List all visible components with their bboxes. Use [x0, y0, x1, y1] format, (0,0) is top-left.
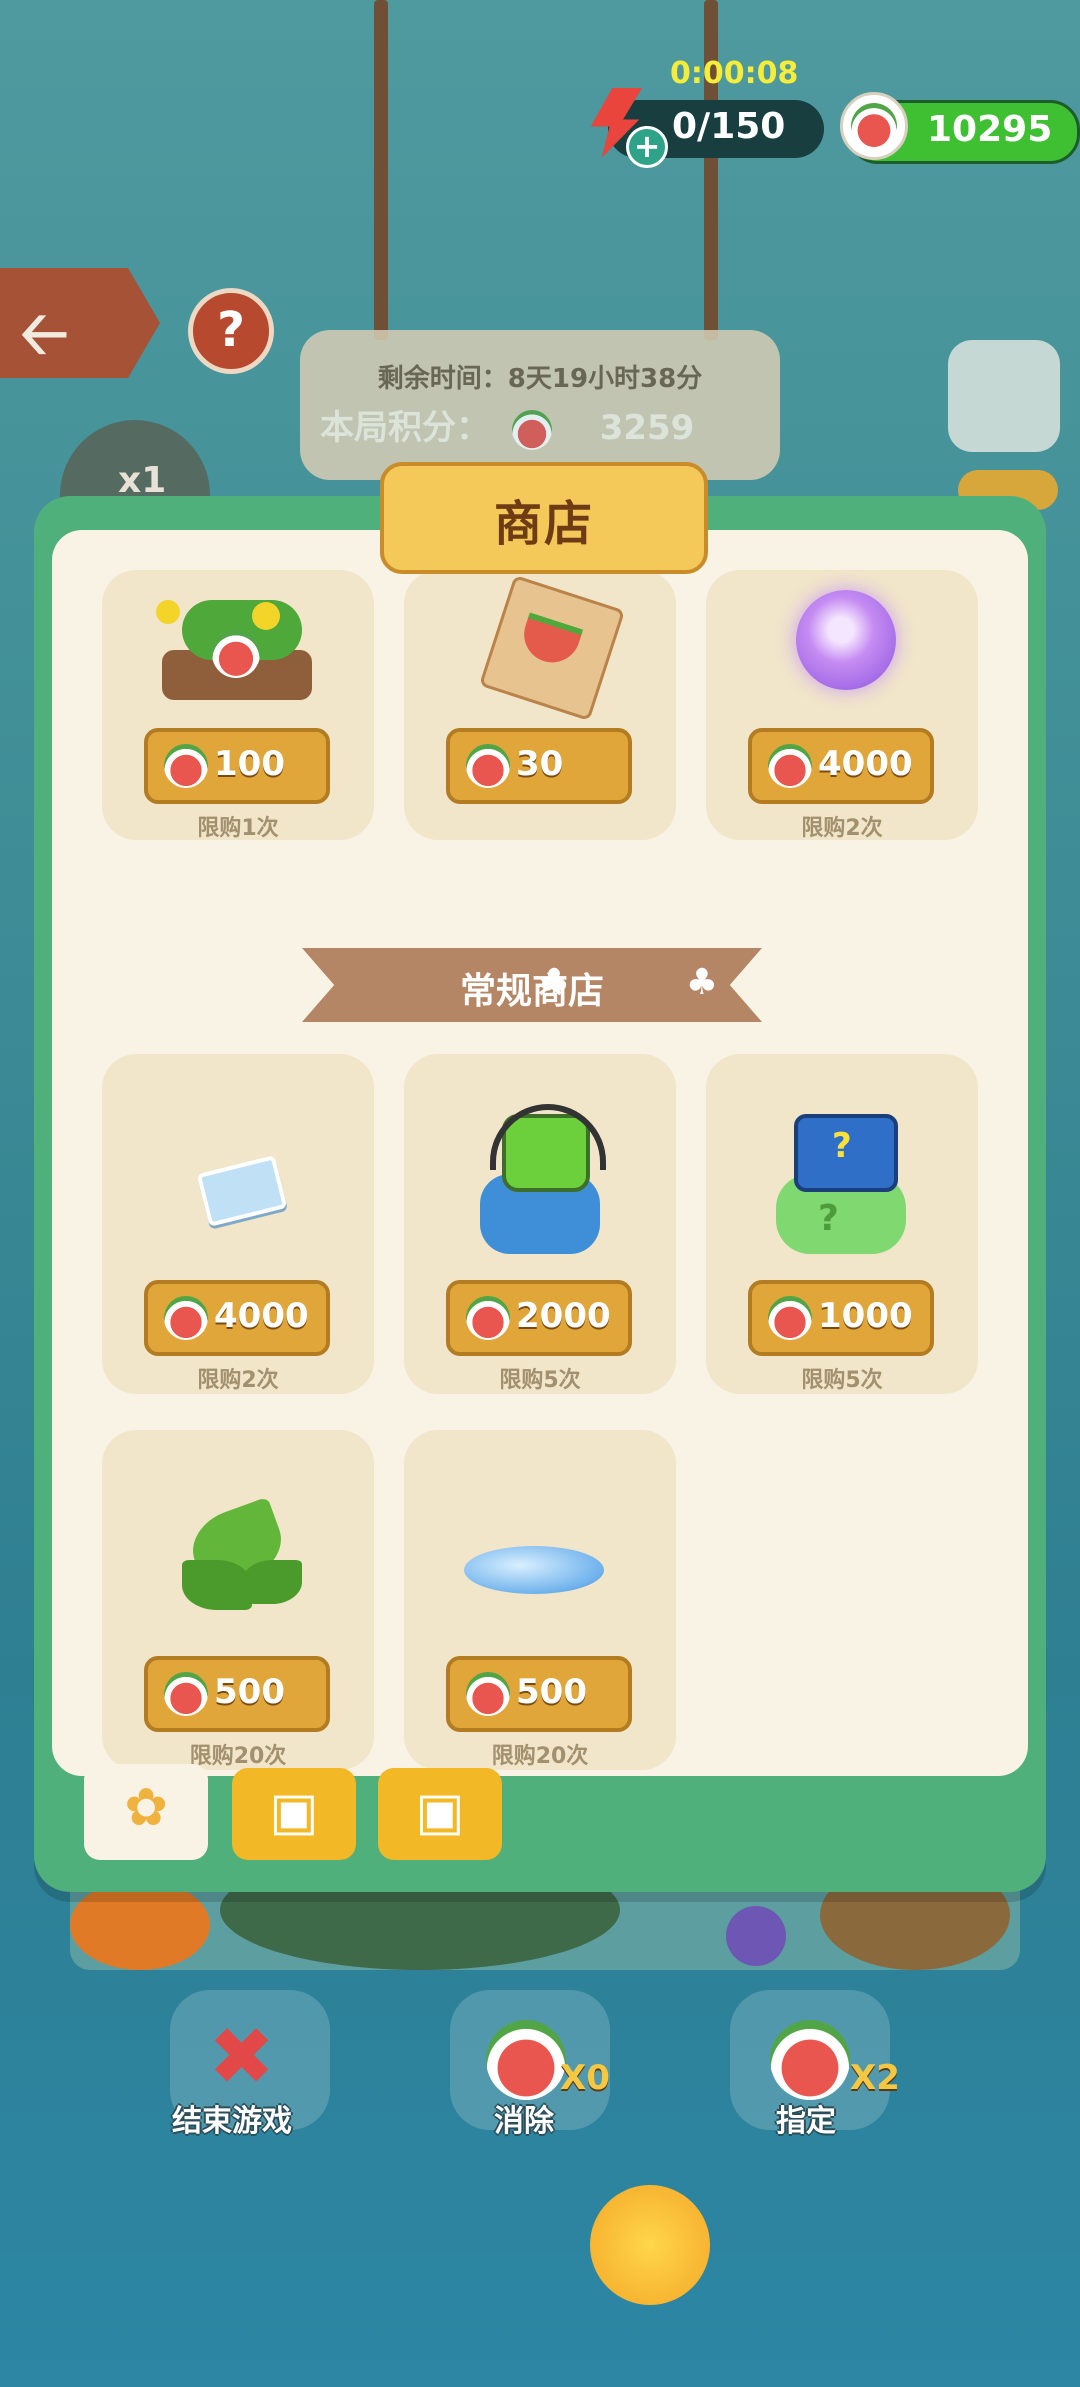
seed-packet-icon	[444, 574, 636, 722]
help-button[interactable]: ?	[188, 288, 274, 374]
question-mark-icon: ?	[217, 302, 245, 358]
purchase-limit: 限购2次	[801, 816, 883, 841]
watermelon-coin-icon	[466, 1672, 510, 1716]
tab-gift-2[interactable]: ▣	[378, 1768, 502, 1860]
shop-title-tab: 商店	[380, 462, 708, 574]
shop-panel: 100 限购1次 30 4000 限购2次 ♣ 常规商店 ♣ 4000 限购2次…	[52, 530, 1028, 1776]
orange-fruit	[70, 1880, 210, 1970]
shop-stall-icon[interactable]	[948, 340, 1060, 452]
tab-gift-1[interactable]: ▣	[232, 1768, 356, 1860]
multiplier-label: x1	[118, 460, 167, 501]
hanging-rope-right	[704, 0, 718, 340]
round-score-value: 3259	[599, 408, 695, 448]
round-score-row: 本局积分： 3259	[320, 400, 694, 450]
energy-value: 0/150	[672, 106, 786, 147]
watermelon-bomb-icon	[486, 2020, 566, 2100]
eliminate-count: X0	[560, 2058, 610, 2098]
x-cross-icon: ✖	[208, 2010, 276, 2103]
purchase-limit: 限购20次	[491, 1744, 589, 1769]
grape-fruit	[726, 1906, 786, 1966]
leaf-icon: ✿	[124, 1778, 168, 1838]
shop-title: 商店	[493, 496, 594, 552]
end-game-label: 结束游戏	[172, 2104, 292, 2139]
regular-shop-banner: ♣ 常规商店 ♣	[302, 948, 762, 1022]
shop-item-card[interactable]: 4000 限购2次	[102, 1054, 374, 1394]
price-button[interactable]: 4000	[144, 1280, 330, 1356]
price-value: 1000	[818, 1296, 913, 1336]
shop-item-card[interactable]: ? ? 1000 限购5次	[706, 1054, 978, 1394]
tab-items[interactable]: ✿	[84, 1764, 208, 1860]
watermelon-coin-icon	[768, 1296, 812, 1340]
purchase-limit: 限购5次	[801, 1368, 883, 1393]
coin-value: 10295	[927, 109, 1053, 150]
shop-item-card[interactable]: 30	[404, 570, 676, 840]
gift-box-icon: ▣	[415, 1782, 465, 1842]
watermelon-target-icon	[770, 2020, 850, 2100]
gift-box-icon: ▣	[269, 1782, 319, 1842]
shop-item-card[interactable]: 500 限购20次	[404, 1430, 676, 1770]
watermelon-coin-icon	[466, 744, 510, 788]
magic-orb-icon	[746, 580, 938, 720]
price-value: 4000	[818, 744, 913, 784]
back-button[interactable]: 🡠	[0, 268, 160, 378]
price-value: 4000	[214, 1296, 309, 1336]
watermelon-coin-icon	[164, 1296, 208, 1340]
countdown-timer: 0:00:08	[670, 56, 799, 91]
price-button[interactable]: 30	[446, 728, 632, 804]
price-value: 2000	[516, 1296, 611, 1336]
price-value: 500	[516, 1672, 587, 1712]
watermelon-coin-icon	[768, 744, 812, 788]
price-button[interactable]: 2000	[446, 1280, 632, 1356]
time-remaining: 剩余时间：8天19小时38分	[377, 364, 703, 394]
watermelon-coin-icon	[164, 1672, 208, 1716]
shop-modal: 100 限购1次 30 4000 限购2次 ♣ 常规商店 ♣ 4000 限购2次…	[34, 496, 1046, 1892]
shop-item-card[interactable]: 100 限购1次	[102, 570, 374, 841]
watermelon-coin-icon	[466, 1296, 510, 1340]
add-energy-button[interactable]: +	[626, 126, 668, 168]
cat-headphone-bag-icon	[444, 1104, 636, 1254]
assign-count: X2	[850, 2058, 900, 2098]
watermelon-coin-icon	[164, 744, 208, 788]
shop-item-card[interactable]: 4000 限购2次	[706, 570, 978, 841]
water-puddle-icon	[444, 1490, 636, 1630]
price-value: 500	[214, 1672, 285, 1712]
price-button[interactable]: 500	[144, 1656, 330, 1732]
mystery-bag-icon: ? ?	[746, 1104, 938, 1254]
hanging-rope-left	[374, 0, 388, 340]
eliminate-label: 消除	[494, 2104, 554, 2139]
watermelon-icon	[511, 409, 552, 450]
price-button[interactable]: 500	[446, 1656, 632, 1732]
leaf-branch-icon	[142, 1490, 334, 1630]
price-value: 30	[516, 744, 564, 784]
watermelon-patch-icon	[142, 580, 334, 720]
price-button[interactable]: 4000	[748, 728, 934, 804]
purchase-limit: 限购5次	[499, 1368, 581, 1393]
price-button[interactable]: 100	[144, 728, 330, 804]
assign-label: 指定	[776, 2104, 836, 2139]
event-board: 剩余时间：8天19小时38分 本局积分： 3259	[300, 330, 780, 480]
arrow-left-icon: 🡠	[20, 299, 69, 369]
round-score-label: 本局积分：	[320, 408, 490, 448]
ticket-icon	[142, 1114, 334, 1254]
price-button[interactable]: 1000	[748, 1280, 934, 1356]
club-decoration-icon: ♣	[685, 962, 718, 1003]
purchase-limit: 限购2次	[197, 1368, 279, 1393]
watermelon-coin-icon	[840, 92, 908, 160]
shop-item-card[interactable]: 2000 限购5次	[404, 1054, 676, 1394]
price-value: 100	[214, 744, 285, 784]
shop-item-card[interactable]: 500 限购20次	[102, 1430, 374, 1770]
purchase-limit: 限购1次	[197, 816, 279, 841]
glowing-sun-orb	[590, 2185, 710, 2305]
